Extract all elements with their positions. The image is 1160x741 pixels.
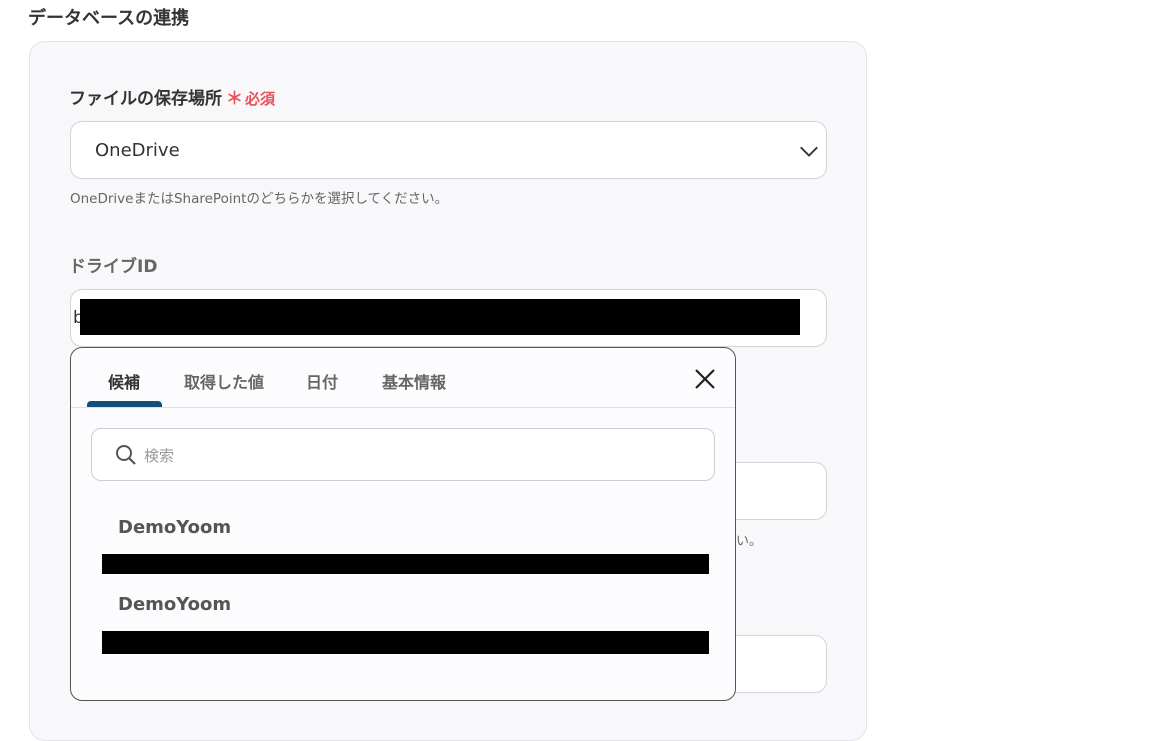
popup-search[interactable]: [91, 428, 715, 481]
section-title: データベースの連携: [28, 8, 190, 29]
drive-id-label: ドライブID: [69, 257, 158, 277]
drive-id-redaction: [80, 299, 800, 335]
storage-select[interactable]: OneDrive: [70, 121, 827, 179]
tab-date[interactable]: 日付: [306, 369, 338, 393]
candidate-item-id-redaction: [102, 554, 709, 574]
close-icon[interactable]: [693, 367, 717, 391]
storage-label-text: ファイルの保存場所: [69, 89, 222, 109]
active-tab-indicator: [87, 401, 162, 407]
candidate-item-id-redaction: [102, 631, 709, 654]
candidate-item-name: DemoYoom: [118, 517, 232, 538]
storage-field-label: ファイルの保存場所＊必須: [69, 84, 275, 109]
tab-candidates[interactable]: 候補: [108, 369, 140, 393]
candidate-item-name: DemoYoom: [118, 594, 232, 615]
storage-help-text: OneDriveまたはSharePointのどちらかを選択してください。: [70, 191, 449, 207]
search-icon: [116, 445, 136, 465]
required-badge: 必須: [245, 90, 276, 108]
candidate-item[interactable]: DemoYoom: [71, 517, 735, 595]
popup-tab-bar: 候補 取得した値 日付 基本情報: [71, 348, 735, 408]
hidden-help-tail: い。: [736, 534, 763, 549]
search-input[interactable]: [142, 441, 686, 471]
chevron-down-icon: [800, 146, 818, 157]
storage-select-value: OneDrive: [95, 140, 180, 161]
required-asterisk: ＊: [226, 89, 243, 109]
candidate-popup: 候補 取得した値 日付 基本情報 DemoYoom DemoYoom: [70, 347, 736, 701]
tab-basic-info[interactable]: 基本情報: [382, 369, 446, 393]
tab-acquired-values[interactable]: 取得した値: [184, 369, 264, 393]
candidate-item[interactable]: DemoYoom: [71, 594, 735, 672]
